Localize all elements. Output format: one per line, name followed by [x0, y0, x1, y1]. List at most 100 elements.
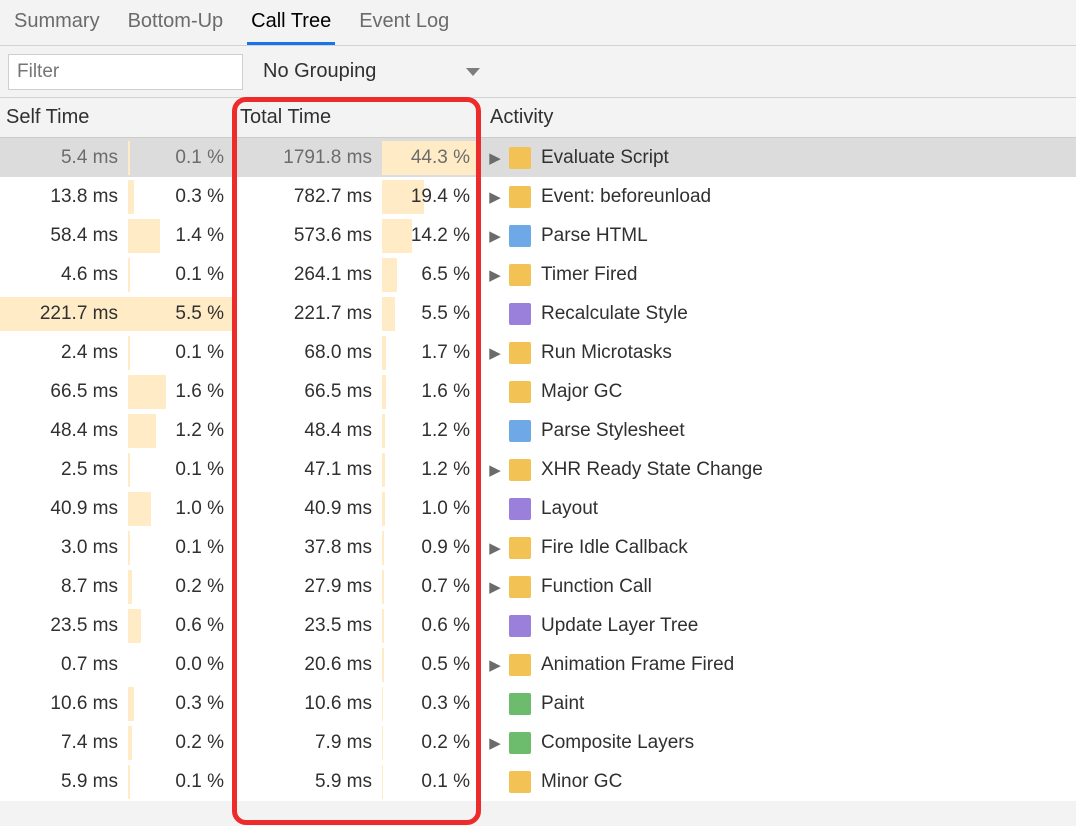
expand-icon[interactable]: ▶ — [487, 344, 503, 362]
table-row[interactable]: 2.5 ms0.1 %47.1 ms1.2 %▶XHR Ready State … — [0, 450, 1076, 489]
header-total-time[interactable]: Total Time — [234, 98, 480, 137]
activity-label: Parse Stylesheet — [541, 420, 685, 442]
expand-icon[interactable]: ▶ — [487, 227, 503, 245]
cell-total-time: 1791.8 ms44.3 % — [234, 138, 480, 177]
self-pct: 0.0 % — [128, 645, 234, 684]
total-pct: 1.0 % — [382, 489, 480, 528]
cell-total-time: 68.0 ms1.7 % — [234, 333, 480, 372]
activity-label: Paint — [541, 693, 584, 715]
cell-activity: ▶Evaluate Script — [480, 138, 1076, 177]
tab-event-log[interactable]: Event Log — [355, 8, 453, 45]
table-row[interactable]: 2.4 ms0.1 %68.0 ms1.7 % ▶ Run Microtasks — [0, 333, 1076, 372]
expand-icon[interactable]: ▶ — [487, 149, 503, 167]
total-pct: 1.2 % — [382, 411, 480, 450]
filter-input[interactable] — [8, 54, 243, 90]
activity-label: Minor GC — [541, 771, 622, 793]
total-ms: 264.1 ms — [234, 255, 382, 294]
cell-self-time: 2.4 ms0.1 % — [0, 333, 234, 372]
table-row[interactable]: 40.9 ms1.0 %40.9 ms1.0 %Layout — [0, 489, 1076, 528]
total-ms: 40.9 ms — [234, 489, 382, 528]
cell-activity: ▶ Run Microtasks — [480, 333, 1076, 372]
self-ms: 66.5 ms — [0, 372, 128, 411]
cell-self-time: 5.4 ms0.1 % — [0, 138, 234, 177]
cell-activity: ▶ Timer Fired — [480, 255, 1076, 294]
table-row[interactable]: 13.8 ms0.3 %782.7 ms19.4 %▶Event: before… — [0, 177, 1076, 216]
category-swatch — [509, 537, 531, 559]
self-pct: 5.5 % — [128, 294, 234, 333]
activity-label: Run Microtasks — [541, 342, 672, 364]
cell-activity: ▶Fire Idle Callback — [480, 528, 1076, 567]
table-body: 5.4 ms0.1 %1791.8 ms44.3 %▶Evaluate Scri… — [0, 138, 1076, 801]
cell-total-time: 47.1 ms1.2 % — [234, 450, 480, 489]
tab-bottom-up[interactable]: Bottom-Up — [124, 8, 228, 45]
self-pct: 0.1 % — [128, 333, 234, 372]
tab-call-tree[interactable]: Call Tree — [247, 8, 335, 45]
cell-activity: ▶Composite Layers — [480, 723, 1076, 762]
grouping-select[interactable]: No Grouping — [263, 60, 480, 83]
table-row[interactable]: 4.6 ms0.1 %264.1 ms6.5 % ▶ Timer Fired — [0, 255, 1076, 294]
cell-total-time: 7.9 ms0.2 % — [234, 723, 480, 762]
self-ms: 7.4 ms — [0, 723, 128, 762]
cell-total-time: 20.6 ms0.5 % — [234, 645, 480, 684]
chevron-down-icon — [466, 68, 480, 76]
expand-icon[interactable]: ▶ — [487, 266, 503, 284]
total-ms: 68.0 ms — [234, 333, 382, 372]
self-pct: 1.4 % — [128, 216, 234, 255]
category-swatch — [509, 732, 531, 754]
expand-icon[interactable]: ▶ — [487, 734, 503, 752]
cell-activity: Parse Stylesheet — [480, 411, 1076, 450]
self-ms: 3.0 ms — [0, 528, 128, 567]
cell-total-time: 5.9 ms0.1 % — [234, 762, 480, 801]
self-ms: 8.7 ms — [0, 567, 128, 606]
total-pct: 1.6 % — [382, 372, 480, 411]
cell-total-time: 264.1 ms6.5 % — [234, 255, 480, 294]
total-ms: 66.5 ms — [234, 372, 382, 411]
table-row[interactable]: 0.7 ms0.0 %20.6 ms0.5 %▶Animation Frame … — [0, 645, 1076, 684]
category-swatch — [509, 225, 531, 247]
header-self-time[interactable]: Self Time — [0, 98, 234, 137]
table-headers: Self Time Total Time Activity — [0, 98, 1076, 138]
cell-self-time: 2.5 ms0.1 % — [0, 450, 234, 489]
table-row[interactable]: 3.0 ms0.1 %37.8 ms0.9 %▶Fire Idle Callba… — [0, 528, 1076, 567]
total-ms: 782.7 ms — [234, 177, 382, 216]
expand-icon[interactable]: ▶ — [487, 461, 503, 479]
table-row[interactable]: 23.5 ms0.6 %23.5 ms0.6 %Update Layer Tre… — [0, 606, 1076, 645]
self-ms: 5.4 ms — [0, 138, 128, 177]
cell-self-time: 4.6 ms0.1 % — [0, 255, 234, 294]
expand-icon[interactable]: ▶ — [487, 539, 503, 557]
table-row[interactable]: 8.7 ms0.2 %27.9 ms0.7 %▶Function Call — [0, 567, 1076, 606]
self-ms: 40.9 ms — [0, 489, 128, 528]
self-pct: 0.1 % — [128, 528, 234, 567]
table-row[interactable]: 5.9 ms0.1 %5.9 ms0.1 % Minor GC — [0, 762, 1076, 801]
table-row[interactable]: 5.4 ms0.1 %1791.8 ms44.3 %▶Evaluate Scri… — [0, 138, 1076, 177]
table-row[interactable]: 221.7 ms5.5 %221.7 ms5.5 %Recalculate St… — [0, 294, 1076, 333]
cell-activity: ▶Event: beforeunload — [480, 177, 1076, 216]
cell-self-time: 23.5 ms0.6 % — [0, 606, 234, 645]
total-ms: 221.7 ms — [234, 294, 382, 333]
table-row[interactable]: 58.4 ms1.4 %573.6 ms14.2 %▶Parse HTML — [0, 216, 1076, 255]
activity-label: Timer Fired — [541, 264, 637, 286]
self-ms: 48.4 ms — [0, 411, 128, 450]
self-pct: 0.2 % — [128, 567, 234, 606]
category-swatch — [509, 693, 531, 715]
cell-self-time: 40.9 ms1.0 % — [0, 489, 234, 528]
activity-label: Parse HTML — [541, 225, 648, 247]
category-swatch — [509, 459, 531, 481]
cell-self-time: 5.9 ms0.1 % — [0, 762, 234, 801]
expand-icon[interactable]: ▶ — [487, 188, 503, 206]
tab-summary[interactable]: Summary — [10, 8, 104, 45]
total-pct: 0.5 % — [382, 645, 480, 684]
table-row[interactable]: 10.6 ms0.3 %10.6 ms0.3 %Paint — [0, 684, 1076, 723]
cell-total-time: 27.9 ms0.7 % — [234, 567, 480, 606]
total-pct: 1.7 % — [382, 333, 480, 372]
expand-icon[interactable]: ▶ — [487, 656, 503, 674]
table-row[interactable]: 48.4 ms1.2 %48.4 ms1.2 %Parse Stylesheet — [0, 411, 1076, 450]
self-pct: 0.3 % — [128, 177, 234, 216]
category-swatch — [509, 381, 531, 403]
table-row[interactable]: 66.5 ms1.6 %66.5 ms1.6 %Major GC — [0, 372, 1076, 411]
table-row[interactable]: 7.4 ms0.2 %7.9 ms0.2 %▶Composite Layers — [0, 723, 1076, 762]
expand-icon[interactable]: ▶ — [487, 578, 503, 596]
self-ms: 4.6 ms — [0, 255, 128, 294]
header-activity[interactable]: Activity — [480, 98, 1076, 137]
cell-activity: Layout — [480, 489, 1076, 528]
